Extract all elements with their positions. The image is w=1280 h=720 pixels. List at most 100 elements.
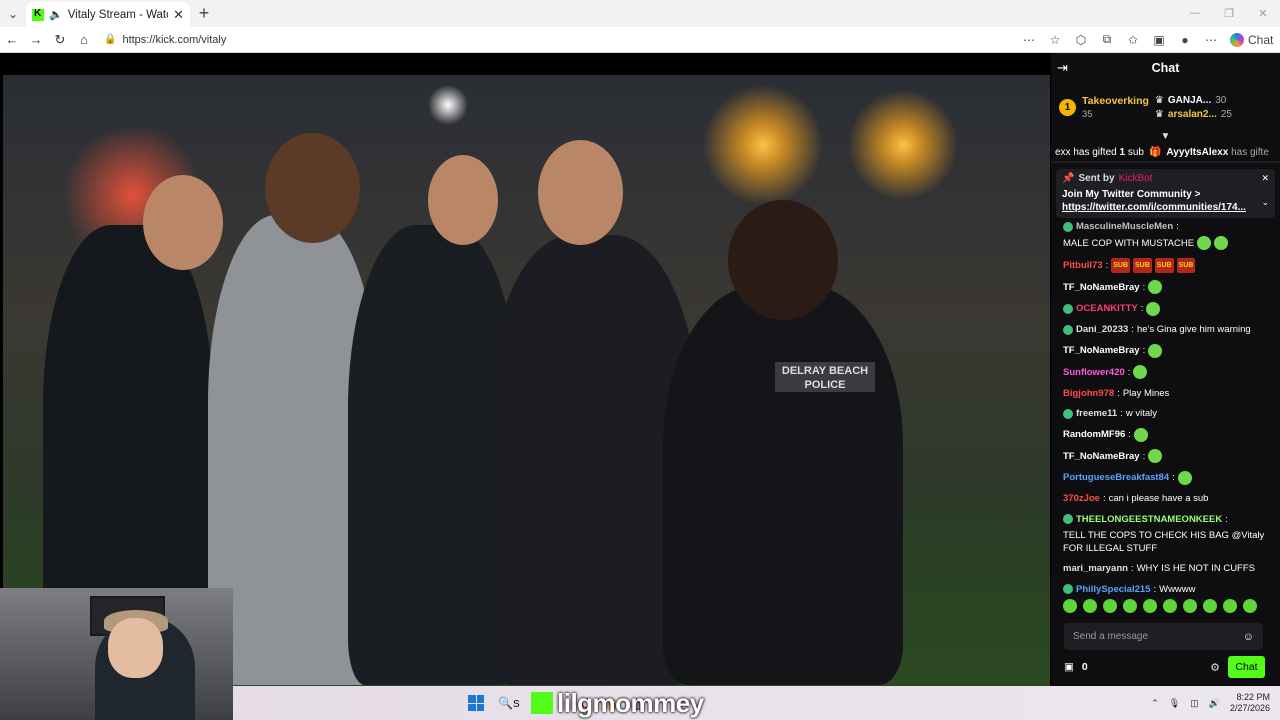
chat-message: RandomMF96: [1063, 427, 1274, 442]
minimize-icon[interactable]: — [1178, 7, 1212, 20]
volume-icon[interactable]: 🔊 [1209, 698, 1220, 709]
channel-points[interactable]: ▣ 0 [1064, 661, 1088, 673]
favorites-icon[interactable]: ✩ [1122, 33, 1144, 47]
pinned-message: 📌 Sent by KickBot ✕ Join My Twitter Comm… [1056, 169, 1275, 218]
chat-colon: : [1225, 513, 1228, 525]
leaderboard-entry[interactable]: ♛ arsalan2... 25 [1155, 109, 1232, 120]
officer-back-head [428, 155, 498, 245]
speaker-icon[interactable]: 🔈 [49, 8, 63, 21]
quick-emote-icon[interactable] [1163, 599, 1177, 613]
quick-emote-icon[interactable] [1083, 599, 1097, 613]
copilot-button[interactable]: Chat [1230, 32, 1273, 47]
profile-avatar-icon[interactable]: ● [1174, 33, 1196, 47]
close-tab-icon[interactable]: ✕ [173, 7, 184, 23]
reader-icon[interactable]: ⋯ [1018, 33, 1040, 47]
pinned-link[interactable]: https://twitter.com/i/communities/174... [1062, 201, 1269, 214]
streamer-face [108, 618, 163, 678]
gift-user: exx [1055, 146, 1071, 158]
chat-username[interactable]: mari_maryann [1063, 562, 1128, 575]
kick-favicon-icon [32, 8, 44, 21]
gift-text: has gifted [1070, 146, 1120, 158]
tab-title: Vitaly Stream - Watch Live on [67, 8, 168, 21]
quick-emote-icon[interactable] [1203, 599, 1217, 613]
overlay-username: lilgmommey [557, 687, 704, 718]
back-icon[interactable]: ← [0, 28, 24, 52]
chat-username[interactable]: TF_NoNameBray [1063, 281, 1140, 294]
chat-username[interactable]: 370zJoe [1063, 492, 1100, 505]
collapse-chat-icon[interactable]: ⇥ [1057, 60, 1068, 76]
send-chat-button[interactable]: Chat [1228, 656, 1265, 678]
extensions-icon[interactable]: ⬡ [1070, 33, 1092, 47]
browser-tab[interactable]: 🔈 Vitaly Stream - Watch Live on ✕ [26, 1, 190, 28]
chat-colon: : [1140, 303, 1144, 314]
gift-icon: 🎁 [1148, 146, 1162, 158]
chat-username[interactable]: PortugueseBreakfast84 [1063, 471, 1169, 484]
quick-emote-icon[interactable] [1123, 599, 1137, 613]
points-value: 0 [1081, 661, 1088, 673]
home-icon[interactable]: ⌂ [72, 28, 96, 52]
chat-text: MALE COP WITH MUSTACHE [1063, 237, 1195, 249]
tab-list-icon[interactable]: ⌄ [0, 0, 26, 27]
chat-username[interactable]: THEELONGEESTNAMEONKEEK [1076, 513, 1222, 526]
collections-icon[interactable]: ▣ [1148, 33, 1170, 47]
quick-emote-icon[interactable] [1103, 599, 1117, 613]
quick-emote-icon[interactable] [1143, 599, 1157, 613]
screen: ⌄ 🔈 Vitaly Stream - Watch Live on ✕ + — … [0, 0, 1280, 720]
quick-emote-icon[interactable] [1063, 599, 1077, 613]
unpin-icon[interactable]: ✕ [1261, 173, 1269, 184]
tray-chevron-icon[interactable]: ⌃ [1151, 698, 1159, 709]
chat-username[interactable]: Bigjohn978 [1063, 387, 1114, 400]
forward-icon[interactable]: → [24, 28, 48, 52]
chat-colon: : [1153, 583, 1157, 595]
user-badge-icon [1063, 324, 1073, 335]
split-screen-icon[interactable]: ⧉ [1096, 32, 1118, 47]
chat-message: 370zJoe: can i please have a sub [1063, 492, 1274, 505]
pinned-toggle-icon[interactable]: ▼ [1051, 131, 1280, 143]
leaderboard-first[interactable]: Takeoverking 35 [1082, 95, 1149, 120]
streamer-webcam [0, 588, 233, 720]
url-field[interactable]: 🔒 https://kick.com/vitaly [104, 29, 1018, 51]
chat-colon: : [1131, 324, 1134, 335]
chat-username[interactable]: PhillySpecial215 [1076, 583, 1150, 596]
clock[interactable]: 8:22 PM 2/27/2026 [1230, 692, 1270, 714]
chat-message: OCEANKITTY: [1063, 301, 1274, 316]
leader-name: GANJA... [1167, 94, 1212, 106]
close-window-icon[interactable]: ✕ [1246, 7, 1280, 20]
chat-input[interactable]: Send a message ☺ [1064, 623, 1263, 650]
chat-username[interactable]: MasculineMuscleMen [1076, 220, 1173, 233]
new-tab-button[interactable]: + [190, 0, 218, 27]
chat-message: TF_NoNameBray: [1063, 343, 1274, 358]
chat-username[interactable]: TF_NoNameBray [1063, 450, 1140, 463]
emoji-picker-icon[interactable]: ☺ [1243, 631, 1254, 643]
emote-icon [1133, 427, 1148, 442]
chat-username[interactable]: Pitbull73 [1063, 259, 1103, 272]
more-options-icon[interactable]: ⋯ [1200, 33, 1222, 47]
crown-icon: ♛ [1154, 94, 1164, 106]
refresh-icon[interactable]: ↻ [48, 28, 72, 52]
quick-emote-icon[interactable] [1223, 599, 1237, 613]
chat-username[interactable]: OCEANKITTY [1076, 302, 1138, 315]
favorite-star-icon[interactable]: ☆ [1044, 33, 1066, 47]
maximize-icon[interactable]: ❐ [1212, 7, 1246, 20]
chat-settings-icon[interactable]: ⚙ [1210, 661, 1220, 674]
chat-username[interactable]: RandomMF96 [1063, 428, 1125, 441]
chat-username[interactable]: Sunflower420 [1063, 366, 1125, 379]
quick-emote-icon[interactable] [1183, 599, 1197, 613]
search-icon[interactable]: 🔍S [498, 696, 520, 710]
quick-emote-icon[interactable] [1243, 599, 1257, 613]
chat-username[interactable]: freeme11 [1076, 407, 1117, 420]
chat-username[interactable]: Dani_20233 [1076, 323, 1128, 336]
expand-pinned-icon[interactable]: ⌄ [1261, 197, 1269, 208]
chat-panel: ⇥ Chat 1 Takeoverking 35 ♛ GANJA... 30 ♛ ar… [1051, 53, 1280, 686]
windows-start-icon[interactable] [468, 695, 484, 711]
pinned-sender[interactable]: KickBot [1119, 173, 1153, 184]
chat-username[interactable]: TF_NoNameBray [1063, 344, 1140, 357]
leaderboard-entry[interactable]: ♛ GANJA... 30 [1155, 95, 1232, 106]
gift-text: has gifte [1228, 146, 1269, 158]
chat-message-list[interactable]: MasculineMuscleMen: MALE COP WITH MUSTACH… [1051, 220, 1280, 596]
microphone-icon[interactable]: 🎙 [1169, 698, 1180, 709]
lock-icon[interactable]: 🔒 [104, 34, 116, 45]
gift-event: AyyyItsAlexx has gifte [1166, 147, 1268, 158]
network-icon[interactable]: ◫ [1190, 698, 1199, 709]
system-tray: ⌃ 🎙 ◫ 🔊 8:22 PM 2/27/2026 [1151, 686, 1270, 720]
